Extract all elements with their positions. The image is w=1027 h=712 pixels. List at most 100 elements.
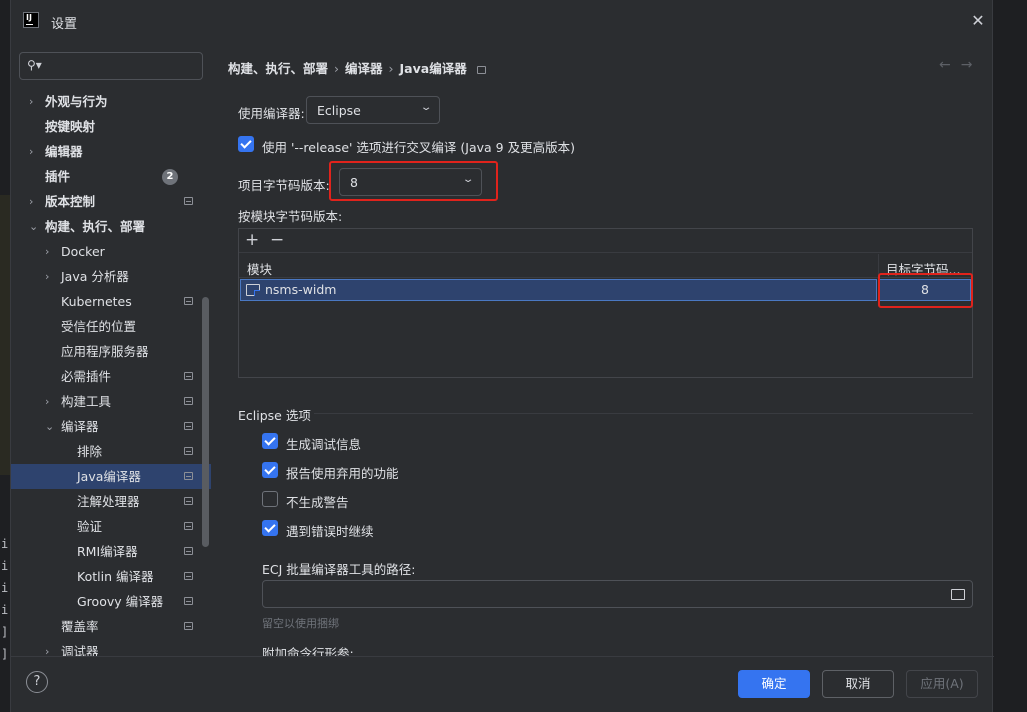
sidebar-item-excludes[interactable]: 排除 (11, 439, 211, 464)
settings-search-input[interactable]: ⚲▾ (19, 52, 203, 80)
background-code-char: ] (1, 647, 9, 661)
sidebar-item-vcs[interactable]: › 版本控制 (11, 189, 211, 214)
add-icon[interactable]: + (245, 230, 259, 250)
proceed-on-error-checkbox[interactable] (262, 520, 278, 536)
sidebar-item-label: Java 分析器 (61, 269, 129, 284)
sidebar-item-rmi-compiler[interactable]: RMI编译器 (11, 539, 211, 564)
forward-arrow-icon[interactable]: → (961, 57, 983, 73)
sidebar-item-annotation-processors[interactable]: 注解处理器 (11, 489, 211, 514)
chevron-right-icon: › (45, 270, 50, 283)
project-scope-icon (184, 622, 193, 630)
highlight-box (878, 273, 973, 308)
breadcrumb: 构建、执行、部署 › 编译器 › Java编译器 (228, 58, 486, 77)
column-header-module[interactable]: 模块 (247, 259, 272, 278)
sidebar-item-label: 外观与行为 (45, 94, 108, 109)
breadcrumb-separator: › (388, 61, 394, 76)
project-scope-icon (184, 572, 193, 580)
no-warnings-checkbox[interactable] (262, 491, 278, 507)
sidebar-item-app-servers[interactable]: 应用程序服务器 (11, 339, 211, 364)
sidebar-item-kotlin-compiler[interactable]: Kotlin 编译器 (11, 564, 211, 589)
sidebar-item-label: Kubernetes (61, 294, 132, 309)
background-panel (993, 0, 1027, 712)
sidebar-item-coverage[interactable]: 覆盖率 (11, 614, 211, 639)
chevron-right-icon: › (29, 145, 34, 158)
sidebar-item-keymap[interactable]: 按键映射 (11, 114, 211, 139)
sidebar-item-java-profiler[interactable]: › Java 分析器 (11, 264, 211, 289)
sidebar-item-label: 注解处理器 (77, 494, 140, 509)
group-divider (314, 413, 973, 414)
table-row[interactable]: nsms-widm 8 (239, 279, 972, 301)
sidebar-scrollbar[interactable] (202, 297, 209, 547)
sidebar-item-label: 排除 (77, 444, 103, 459)
ecj-path-input[interactable] (262, 580, 973, 608)
per-module-bytecode-label: 按模块字节码版本: (238, 209, 343, 224)
breadcrumb-item: Java编译器 (399, 61, 467, 76)
folder-icon[interactable] (951, 589, 965, 600)
sidebar-item-label: 编辑器 (45, 144, 83, 159)
sidebar-item-build-tools[interactable]: › 构建工具 (11, 389, 211, 414)
breadcrumb-separator: › (334, 61, 340, 76)
apply-button[interactable]: 应用(A) (906, 670, 978, 698)
sidebar-item-validation[interactable]: 验证 (11, 514, 211, 539)
sidebar-item-kubernetes[interactable]: Kubernetes (11, 289, 211, 314)
sidebar-item-label: 版本控制 (45, 194, 96, 209)
module-bytecode-table: + − 模块 目标字节码... nsms-widm 8 (238, 228, 973, 378)
chevron-right-icon: › (45, 245, 50, 258)
sidebar-item-label: 按键映射 (45, 119, 96, 134)
compiler-select[interactable]: Eclipse ⌄ (306, 96, 440, 124)
background-code-char: i (1, 537, 9, 551)
sidebar-item-label: Kotlin 编译器 (77, 569, 154, 584)
chevron-down-icon: ⌄ (419, 102, 433, 113)
module-folder-icon (246, 284, 260, 296)
sidebar-item-debugger[interactable]: › 调试器 (11, 639, 211, 656)
settings-content: 构建、执行、部署 › 编译器 › Java编译器 ←→ 使用编译器: Eclipse ⌄… (211, 42, 994, 656)
sidebar-item-label: Groovy 编译器 (77, 594, 164, 609)
release-option-checkbox[interactable] (238, 136, 254, 152)
debug-info-label: 生成调试信息 (286, 437, 362, 452)
sidebar-item-label: 构建工具 (61, 394, 112, 409)
project-scope-icon (184, 197, 193, 205)
sidebar-item-appearance[interactable]: › 外观与行为 (11, 89, 211, 114)
background-editor: i i i i ] ] (0, 0, 10, 712)
dialog-footer: ? 确定 取消 应用(A) (11, 656, 994, 712)
sidebar-item-plugins[interactable]: 插件 2 (11, 164, 211, 189)
sidebar-item-build[interactable]: ⌄ 构建、执行、部署 (11, 214, 211, 239)
breadcrumb-item[interactable]: 构建、执行、部署 (228, 61, 328, 76)
sidebar-item-groovy-compiler[interactable]: Groovy 编译器 (11, 589, 211, 614)
table-header: 模块 目标字节码... (239, 254, 972, 278)
module-cell[interactable]: nsms-widm (240, 279, 877, 301)
sidebar-item-label: 必需插件 (61, 369, 112, 384)
ecj-path-label: ECJ 批量编译器工具的路径: (262, 562, 416, 577)
debug-info-checkbox[interactable] (262, 433, 278, 449)
settings-tree: › 外观与行为 按键映射 › 编辑器 插件 2 › 版本控制 ⌄ 构建、执行、部署 › Do… (11, 89, 211, 656)
title-bar: IJ 设置 ✕ (11, 0, 994, 42)
project-scope-icon (184, 397, 193, 405)
highlight-box (329, 161, 498, 201)
sidebar-item-label: 调试器 (61, 644, 99, 656)
settings-sidebar: ⚲▾ › 外观与行为 按键映射 › 编辑器 插件 2 › 版本控制 ⌄ 构建、执行、部署 … (11, 42, 211, 656)
deprecation-checkbox[interactable] (262, 462, 278, 478)
cancel-button[interactable]: 取消 (822, 670, 894, 698)
ok-button[interactable]: 确定 (738, 670, 810, 698)
project-scope-icon (184, 447, 193, 455)
help-icon[interactable]: ? (26, 671, 48, 693)
sidebar-item-trusted-locations[interactable]: 受信任的位置 (11, 314, 211, 339)
sidebar-item-docker[interactable]: › Docker (11, 239, 211, 264)
compiler-select-value: Eclipse (317, 103, 361, 118)
eclipse-options-title: Eclipse 选项 (238, 408, 311, 423)
remove-icon[interactable]: − (270, 230, 284, 250)
sidebar-item-required-plugins[interactable]: 必需插件 (11, 364, 211, 389)
sidebar-item-compiler[interactable]: ⌄ 编译器 (11, 414, 211, 439)
background-code-char: i (1, 603, 9, 617)
sidebar-item-editor[interactable]: › 编辑器 (11, 139, 211, 164)
chevron-down-icon: ⌄ (45, 420, 55, 433)
proceed-on-error-label: 遇到错误时继续 (286, 524, 374, 539)
project-scope-icon (184, 472, 193, 480)
back-arrow-icon[interactable]: ← (939, 57, 961, 73)
chevron-right-icon: › (29, 95, 34, 108)
sidebar-item-java-compiler[interactable]: Java编译器 (11, 464, 211, 489)
breadcrumb-item[interactable]: 编译器 (345, 61, 383, 76)
close-icon[interactable]: ✕ (969, 12, 987, 30)
project-scope-icon (184, 547, 193, 555)
project-scope-icon (184, 497, 193, 505)
